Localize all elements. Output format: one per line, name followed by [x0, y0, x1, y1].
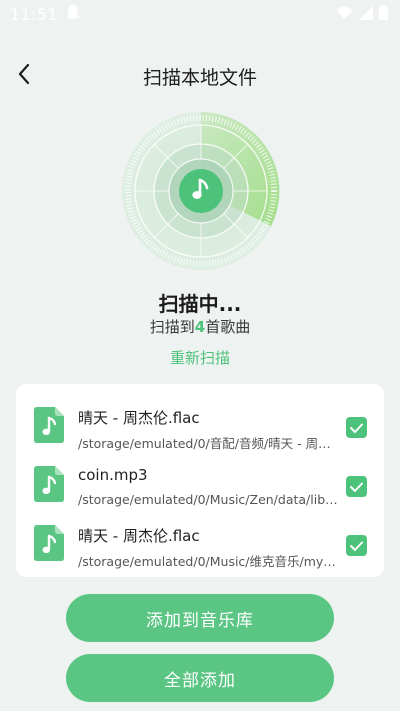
scan-count-number: 4 — [194, 318, 206, 336]
file-name: 晴天 - 周杰伦.flac — [78, 409, 200, 427]
status-bar: 11:51 — [0, 0, 400, 28]
battery-icon — [379, 4, 388, 24]
file-list-card: 晴天 - 周杰伦.flac /storage/emulated/0/音配/音频/… — [16, 384, 384, 577]
file-row[interactable]: coin.mp3 /storage/emulated/0/Music/Zen/d… — [16, 450, 384, 508]
music-file-icon — [34, 466, 64, 502]
music-file-icon — [34, 407, 64, 443]
status-left: 11:51 — [10, 4, 80, 24]
back-arrow-icon — [17, 63, 31, 89]
file-path: /storage/emulated/0/Music/维克音乐/my/晴天 - 周… — [78, 554, 340, 569]
scan-count-text: 扫描到4首歌曲 — [0, 316, 400, 337]
file-row[interactable]: 晴天 - 周杰伦.flac /storage/emulated/0/Music/… — [16, 509, 384, 569]
add-all-button[interactable]: 全部添加 — [66, 654, 334, 702]
status-right — [336, 4, 388, 24]
back-button[interactable] — [6, 56, 42, 96]
music-file-icon — [34, 525, 64, 561]
wifi-icon — [336, 5, 353, 24]
checkbox-checked-icon[interactable] — [346, 535, 367, 556]
header: 扫描本地文件 — [0, 56, 400, 96]
checkbox-checked-icon[interactable] — [346, 417, 367, 438]
music-note-icon — [189, 177, 213, 207]
file-row[interactable]: 晴天 - 周杰伦.flac /storage/emulated/0/音配/音频/… — [16, 391, 384, 451]
add-to-library-button[interactable]: 添加到音乐库 — [66, 594, 334, 642]
checkbox-checked-icon[interactable] — [346, 476, 367, 497]
file-path: /storage/emulated/0/Music/Zen/data/libra… — [78, 492, 340, 507]
page-title: 扫描本地文件 — [142, 66, 257, 89]
qq-icon — [66, 4, 80, 24]
signal-icon — [359, 5, 373, 24]
file-name: coin.mp3 — [78, 466, 148, 484]
scan-radar — [121, 111, 281, 271]
scan-status-title: 扫描中... — [158, 292, 242, 316]
scan-count-prefix: 扫描到 — [149, 318, 195, 336]
file-name: 晴天 - 周杰伦.flac — [78, 527, 200, 545]
status-time: 11:51 — [10, 4, 58, 24]
scan-count-suffix: 首歌曲 — [205, 318, 251, 336]
rescan-link[interactable]: 重新扫描 — [0, 347, 400, 368]
